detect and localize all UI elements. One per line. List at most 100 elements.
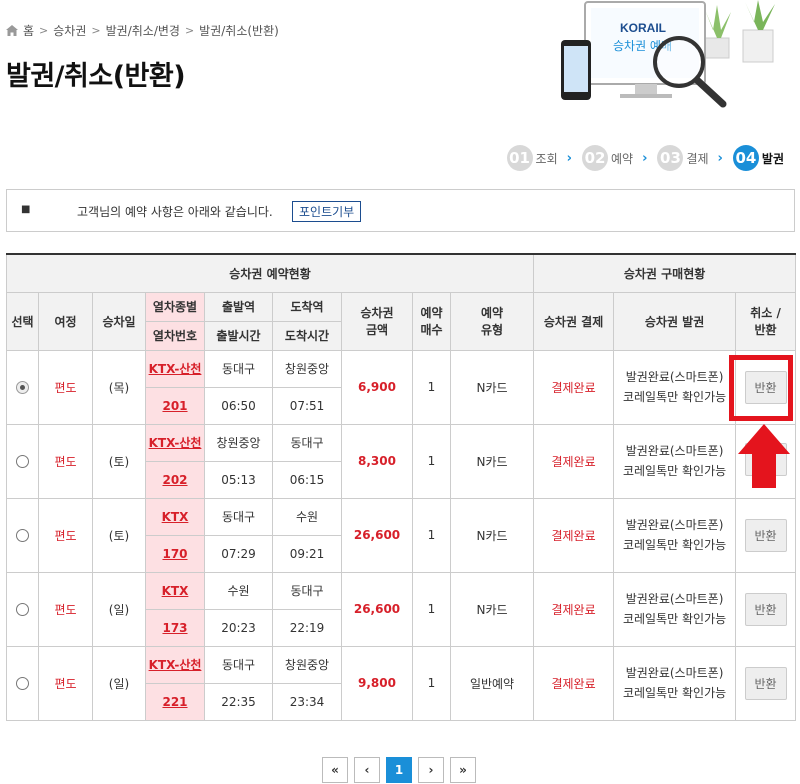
breadcrumb-home[interactable]: 홈 — [23, 22, 34, 39]
step-label: 예약 — [611, 151, 634, 166]
step-label: 결제 — [686, 151, 709, 166]
select-radio-cell[interactable] — [6, 645, 39, 721]
chevron-right-icon: > — [39, 24, 49, 37]
train-no-link[interactable]: 202 — [162, 473, 187, 487]
train-type-cell[interactable]: KTX — [145, 571, 205, 610]
select-radio[interactable] — [16, 529, 29, 542]
next-page-button[interactable]: › — [418, 757, 444, 783]
train-type-link[interactable]: KTX-산천 — [149, 436, 202, 450]
refund-cell: 반환 — [735, 645, 797, 721]
train-no-link[interactable]: 201 — [162, 399, 187, 413]
last-page-button[interactable]: » — [450, 757, 476, 783]
ticket-booking-illustration: KORAIL 승차권 예매 — [561, 0, 775, 108]
issue-status-cell: 발권완료(스마트폰) 코레일톡만 확인가능 — [613, 571, 737, 647]
dep-time-cell: 06:50 — [204, 386, 273, 425]
issue-status-line2: 코레일톡만 확인가능 — [622, 390, 727, 404]
reservation-table: 승차권 예약현황 승차권 구매현황 선택 여정 승차일 열차종별 출발역 도착역… — [5, 253, 797, 721]
issue-status-cell: 발권완료(스마트폰) 코레일톡만 확인가능 — [613, 349, 737, 425]
chevron-right-icon: › — [642, 150, 648, 166]
col-arr-time: 도착시간 — [272, 320, 342, 351]
table-row[interactable]: 편도 (토) KTX 동대구 수원 26,600 1 N카드 결제완료 발권완료(스마트폰) 코레일… — [6, 497, 797, 573]
chevron-right-icon: › — [566, 150, 572, 166]
refund-cell: 반환 — [735, 571, 797, 647]
dep-time-cell: 05:13 — [204, 460, 273, 499]
refund-button[interactable]: 반환 — [744, 592, 787, 626]
train-no-link[interactable]: 173 — [162, 621, 187, 635]
point-donation-button[interactable]: 포인트기부 — [292, 201, 362, 222]
dep-station-cell: 수원 — [204, 571, 273, 610]
step-label: 조회 — [535, 151, 558, 166]
train-no-cell[interactable]: 201 — [145, 386, 205, 425]
dep-station-cell: 동대구 — [204, 497, 273, 536]
first-page-button[interactable]: « — [322, 757, 348, 783]
trip-cell: 편도 — [38, 423, 93, 499]
res-type-cell: 일반예약 — [449, 645, 535, 721]
train-no-cell[interactable]: 202 — [145, 460, 205, 499]
train-type-cell[interactable]: KTX-산천 — [145, 349, 205, 388]
table-row[interactable]: 편도 (토) KTX-산천 창원중앙 동대구 8,300 1 N카드 결제완료 발권완료(스마트폰… — [6, 423, 797, 499]
step-label: 발권 — [761, 151, 784, 166]
breadcrumb: 홈 > 승차권 > 발권/취소/변경 > 발권/취소(반환) — [6, 22, 279, 39]
dep-station-cell: 동대구 — [204, 349, 273, 388]
select-radio[interactable] — [16, 455, 29, 468]
trip-cell: 편도 — [38, 571, 93, 647]
chevron-right-icon: > — [91, 24, 101, 37]
arr-station-cell: 창원중앙 — [272, 645, 342, 684]
train-type-cell[interactable]: KTX-산천 — [145, 423, 205, 462]
bullet-icon: ■ — [21, 204, 31, 215]
train-type-link[interactable]: KTX — [162, 584, 189, 598]
booking-steps: 01 조회 › 02 예약 › 03 결제 › 04 발권 — [506, 145, 784, 171]
trip-cell: 편도 — [38, 349, 93, 425]
date-cell: (토) — [92, 497, 146, 573]
dep-station-cell: 창원중앙 — [204, 423, 273, 462]
issue-status-line2: 코레일톡만 확인가능 — [622, 464, 727, 478]
train-type-cell[interactable]: KTX-산천 — [145, 645, 205, 684]
issue-status-cell: 발권완료(스마트폰) 코레일톡만 확인가능 — [613, 423, 737, 499]
res-type-cell: N카드 — [449, 349, 535, 425]
select-radio-cell[interactable] — [6, 423, 39, 499]
trip-cell: 편도 — [38, 497, 93, 573]
breadcrumb-current: 발권/취소(반환) — [199, 24, 279, 38]
col-select: 선택 — [6, 291, 39, 351]
refund-button[interactable]: 반환 — [744, 518, 787, 552]
prev-page-button[interactable]: ‹ — [354, 757, 380, 783]
select-radio-cell[interactable] — [6, 571, 39, 647]
select-radio[interactable] — [16, 603, 29, 616]
train-type-link[interactable]: KTX-산천 — [149, 362, 202, 376]
select-radio-cell[interactable] — [6, 349, 39, 425]
train-no-link[interactable]: 170 — [162, 547, 187, 561]
table-row[interactable]: 편도 (일) KTX 수원 동대구 26,600 1 N카드 결제완료 발권완료(스마트폰) 코레일… — [6, 571, 797, 647]
breadcrumb-ticket[interactable]: 승차권 — [53, 22, 86, 39]
date-cell: (일) — [92, 645, 146, 721]
highlight-box — [729, 355, 793, 421]
step-number: 03 — [657, 145, 684, 171]
breadcrumb-issue-cancel-change[interactable]: 발권/취소/변경 — [106, 22, 180, 39]
col-count: 예약 매수 — [412, 291, 451, 351]
arr-station-cell: 동대구 — [272, 423, 342, 462]
step-search: 01 조회 — [506, 145, 558, 171]
home-icon[interactable] — [6, 25, 18, 36]
page-1-button[interactable]: 1 — [386, 757, 412, 783]
table-row[interactable]: 편도 (일) KTX-산천 동대구 창원중앙 9,800 1 일반예약 결제완료 발권완료(스마트… — [6, 645, 797, 721]
col-res-type: 예약 유형 — [449, 291, 535, 351]
fare-cell: 6,900 — [341, 349, 413, 425]
refund-button[interactable]: 반환 — [744, 666, 787, 700]
select-radio[interactable] — [16, 381, 29, 394]
issue-status-line2: 코레일톡만 확인가능 — [622, 686, 727, 700]
arr-time-cell: 23:34 — [272, 682, 342, 721]
select-radio-cell[interactable] — [6, 497, 39, 573]
train-no-cell[interactable]: 170 — [145, 534, 205, 573]
date-cell: (일) — [92, 571, 146, 647]
payment-status-cell: 결제완료 — [533, 349, 615, 425]
train-type-cell[interactable]: KTX — [145, 497, 205, 536]
res-type-cell: N카드 — [449, 571, 535, 647]
train-no-link[interactable]: 221 — [162, 695, 187, 709]
reservation-status-header: 승차권 예약현황 — [5, 253, 535, 293]
purchase-status-header: 승차권 구매현황 — [533, 253, 797, 293]
train-no-cell[interactable]: 173 — [145, 608, 205, 647]
train-type-link[interactable]: KTX-산천 — [149, 658, 202, 672]
train-no-cell[interactable]: 221 — [145, 682, 205, 721]
select-radio[interactable] — [16, 677, 29, 690]
train-type-link[interactable]: KTX — [162, 510, 189, 524]
table-row[interactable]: 편도 (목) KTX-산천 동대구 창원중앙 6,900 1 N카드 결제완료 발권완료(스마트폰… — [6, 349, 797, 425]
